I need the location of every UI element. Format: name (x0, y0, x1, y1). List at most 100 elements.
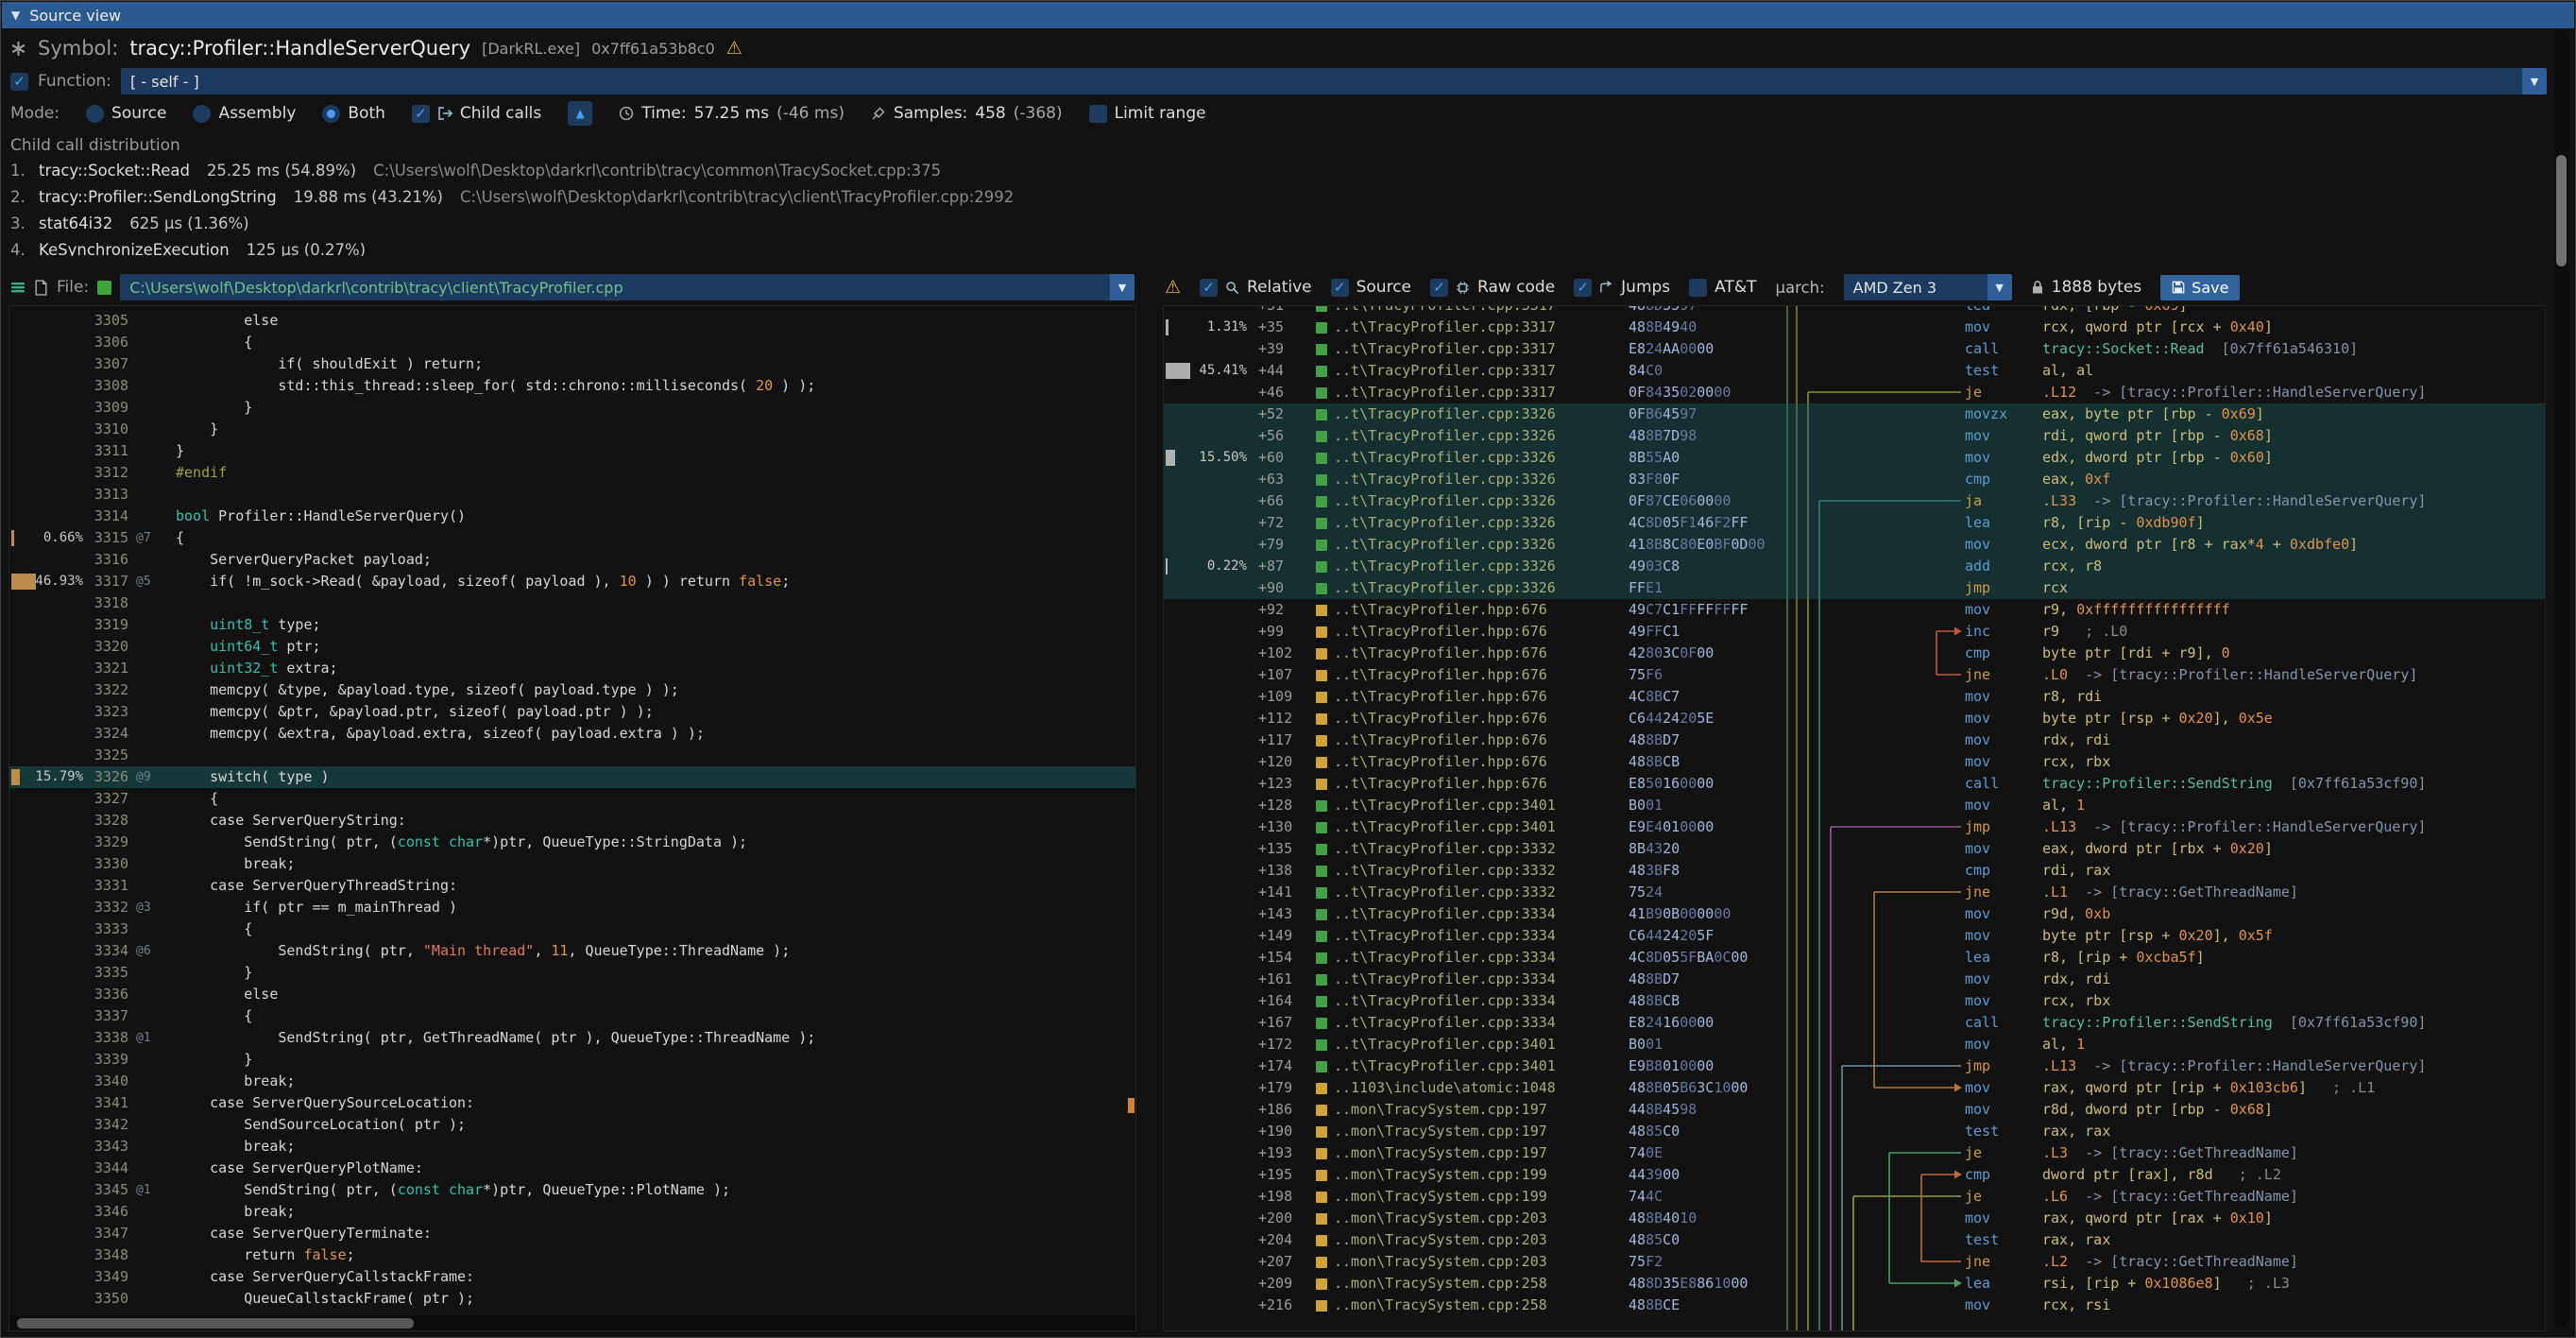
source-line[interactable]: 3327 { (9, 788, 1135, 810)
asm-row[interactable]: +130..t\TracyProfiler.cpp:3401E9E4010000… (1164, 816, 2545, 838)
asm-row[interactable]: +174..t\TracyProfiler.cpp:3401E9B8010000… (1164, 1055, 2545, 1077)
asm-row[interactable]: +117..t\TracyProfiler.hpp:676488BD7movrd… (1164, 729, 2545, 751)
asm-row[interactable]: +193..mon\TracySystem.cpp:197740Eje.L3 -… (1164, 1142, 2545, 1164)
source-line[interactable]: 3329 SendString( ptr, (const char*)ptr, … (9, 832, 1135, 853)
radio-icon[interactable] (193, 105, 211, 123)
source-line[interactable]: 3330 break; (9, 853, 1135, 875)
source-line[interactable]: 3337 { (9, 1005, 1135, 1027)
save-button[interactable]: Save (2160, 275, 2240, 300)
source-line[interactable]: 3349 case ServerQueryCallstackFrame: (9, 1266, 1135, 1288)
asm-row[interactable]: +209..mon\TracySystem.cpp:258488D35E8861… (1164, 1273, 2545, 1295)
asm-row[interactable]: +90..t\TracyProfiler.cpp:3326FFE1jmprcx (1164, 577, 2545, 599)
source-horizontal-scrollbar[interactable] (9, 1316, 1135, 1330)
asm-row[interactable]: +141..t\TracyProfiler.cpp:33327524jne.L1… (1164, 882, 2545, 903)
source-line[interactable]: 3336 else (9, 984, 1135, 1005)
scrollbar-thumb[interactable] (17, 1318, 414, 1329)
asm-row[interactable]: +135..t\TracyProfiler.cpp:33328B4320move… (1164, 838, 2545, 860)
source-line[interactable]: 3310 } (9, 419, 1135, 440)
chevron-down-icon[interactable]: ▼ (1110, 274, 1134, 300)
child-call-row[interactable]: 2.tracy::Profiler::SendLongString19.88 m… (10, 184, 1427, 211)
scroll-highlight-marker[interactable] (1128, 1098, 1134, 1113)
source-line[interactable]: 3321 uint32_t extra; (9, 658, 1135, 679)
source-line[interactable]: 46.93%3317@5 if( !m_sock->Read( &payload… (9, 571, 1135, 592)
checkbox-icon[interactable] (1089, 105, 1107, 123)
jumps-toggle[interactable]: ✓ Jumps (1574, 278, 1670, 297)
source-line[interactable]: 3333 { (9, 918, 1135, 940)
asm-row[interactable]: +39..t\TracyProfiler.cpp:3317E824AA0000c… (1164, 338, 2545, 360)
radio-icon[interactable] (86, 105, 104, 123)
source-line[interactable]: 3339 } (9, 1049, 1135, 1071)
mode-radio-source[interactable]: Source (86, 104, 166, 123)
source-line[interactable]: 3322 memcpy( &type, &payload.type, sizeo… (9, 679, 1135, 701)
source-line[interactable]: 3307 if( shouldExit ) return; (9, 353, 1135, 375)
child-call-row[interactable]: 1.tracy::Socket::Read25.25 ms (54.89%)C:… (10, 158, 1427, 184)
child-call-row[interactable]: 4.KeSynchronizeExecution125 µs (0.27%) (10, 237, 1427, 256)
checkbox-icon[interactable]: ✓ (1574, 279, 1592, 297)
checkbox-icon[interactable]: ✓ (1430, 279, 1448, 297)
source-line[interactable]: 3344 case ServerQueryPlotName: (9, 1158, 1135, 1179)
source-line[interactable]: 3313 (9, 484, 1135, 506)
source-line[interactable]: 0.66%3315@7{ (9, 527, 1135, 549)
source-line[interactable]: 3332@3 if( ptr == m_mainThread ) (9, 897, 1135, 918)
source-line[interactable]: 3309 } (9, 397, 1135, 419)
asm-row[interactable]: +123..t\TracyProfiler.hpp:676E850160000c… (1164, 773, 2545, 795)
asm-row[interactable]: +102..t\TracyProfiler.hpp:67642803C0F00c… (1164, 643, 2545, 664)
asm-row[interactable]: +31..t\TracyProfiler.cpp:3317488D5597lea… (1164, 305, 2545, 317)
asm-row[interactable]: +72..t\TracyProfiler.cpp:33264C8D05F146F… (1164, 512, 2545, 534)
source-line[interactable]: 3350 QueueCallstackFrame( ptr ); (9, 1288, 1135, 1310)
source-line[interactable]: 3318 (9, 592, 1135, 614)
source-line[interactable]: 3316 ServerQueryPacket payload; (9, 549, 1135, 571)
asm-row[interactable]: +179..1103\include\atomic:1048488B05B63C… (1164, 1077, 2545, 1099)
asm-row[interactable]: +66..t\TracyProfiler.cpp:33260F87CE06000… (1164, 490, 2545, 512)
asm-row[interactable]: +190..mon\TracySystem.cpp:1974885C0testr… (1164, 1121, 2545, 1142)
asm-row[interactable]: +172..t\TracyProfiler.cpp:3401B001moval,… (1164, 1034, 2545, 1055)
function-combo[interactable]: [ - self - ] ▼ (121, 68, 2547, 94)
asm-row[interactable]: +138..t\TracyProfiler.cpp:3332483BF8cmpr… (1164, 860, 2545, 882)
asm-row[interactable]: 45.41%+44..t\TracyProfiler.cpp:331784C0t… (1164, 360, 2545, 382)
source-line[interactable]: 3346 break; (9, 1201, 1135, 1223)
source-line[interactable]: 3338@1 SendString( ptr, GetThreadName( p… (9, 1027, 1135, 1049)
chevron-down-icon[interactable]: ▼ (2522, 68, 2547, 94)
source-line[interactable]: 3323 memcpy( &ptr, &payload.ptr, sizeof(… (9, 701, 1135, 723)
asm-row[interactable]: +56..t\TracyProfiler.cpp:3326488B7D98mov… (1164, 425, 2545, 447)
collapse-icon[interactable]: ▼ (11, 9, 20, 22)
source-line[interactable]: 3334@6 SendString( ptr, "Main thread", 1… (9, 940, 1135, 962)
file-combo[interactable]: C:\Users\wolf\Desktop\darkrl\contrib\tra… (120, 274, 1134, 300)
window-titlebar[interactable]: ▼ Source view (2, 2, 2574, 28)
source-line[interactable]: 3328 case ServerQueryString: (9, 810, 1135, 832)
raw-code-toggle[interactable]: ✓ Raw code (1430, 278, 1555, 297)
source-line[interactable]: 3331 case ServerQueryThreadString: (9, 875, 1135, 897)
asm-row[interactable]: +143..t\TracyProfiler.cpp:333441B90B0000… (1164, 903, 2545, 925)
asm-row[interactable]: +200..mon\TracySystem.cpp:203488B4010mov… (1164, 1208, 2545, 1229)
checkbox-icon[interactable]: ✓ (1200, 279, 1218, 297)
checkbox-icon[interactable]: ✓ (412, 105, 430, 123)
function-checkbox[interactable]: ✓ (10, 73, 28, 91)
source-line[interactable]: 3306 { (9, 332, 1135, 353)
asm-row[interactable]: +154..t\TracyProfiler.cpp:33344C8D055FBA… (1164, 947, 2545, 969)
source-line[interactable]: 3305 else (9, 310, 1135, 332)
child-call-row[interactable]: 3.stat64i32625 µs (1.36%) (10, 211, 1427, 237)
warning-icon[interactable]: ⚠ (1165, 279, 1181, 297)
source-line[interactable]: 3325 (9, 745, 1135, 766)
limit-range-toggle[interactable]: Limit range (1089, 104, 1206, 123)
asm-row[interactable]: +46..t\TracyProfiler.cpp:33170F843502000… (1164, 382, 2545, 403)
asm-row[interactable]: +161..t\TracyProfiler.cpp:3334488BD7movr… (1164, 969, 2545, 990)
asm-row[interactable]: 15.50%+60..t\TracyProfiler.cpp:33268B55A… (1164, 447, 2545, 469)
source-line[interactable]: 3335 } (9, 962, 1135, 984)
parent-symbol-button[interactable]: ▲ (568, 101, 592, 126)
source-toggle[interactable]: ✓ Source (1331, 278, 1411, 297)
source-line[interactable]: 3341 case ServerQuerySourceLocation: (9, 1092, 1135, 1114)
asm-row[interactable]: +79..t\TracyProfiler.cpp:3326418B8C80E0B… (1164, 534, 2545, 556)
asm-row[interactable]: +149..t\TracyProfiler.cpp:3334C64424205F… (1164, 925, 2545, 947)
asm-row[interactable]: +52..t\TracyProfiler.cpp:33260FB64597mov… (1164, 403, 2545, 425)
asm-row[interactable]: +167..t\TracyProfiler.cpp:3334E824160000… (1164, 1012, 2545, 1034)
asm-row[interactable]: +164..t\TracyProfiler.cpp:3334488BCBmovr… (1164, 990, 2545, 1012)
warning-icon[interactable]: ⚠ (726, 40, 742, 58)
source-line[interactable]: 3342 SendSourceLocation( ptr ); (9, 1114, 1135, 1136)
asm-row[interactable]: +92..t\TracyProfiler.hpp:67649C7C1FFFFFF… (1164, 599, 2545, 621)
asm-row[interactable]: +109..t\TracyProfiler.hpp:6764C8BC7movr8… (1164, 686, 2545, 708)
source-line[interactable]: 3347 case ServerQueryTerminate: (9, 1223, 1135, 1244)
relative-toggle[interactable]: ✓ Relative (1200, 278, 1312, 297)
checkbox-icon[interactable] (1689, 279, 1707, 297)
source-line[interactable]: 3343 break; (9, 1136, 1135, 1158)
